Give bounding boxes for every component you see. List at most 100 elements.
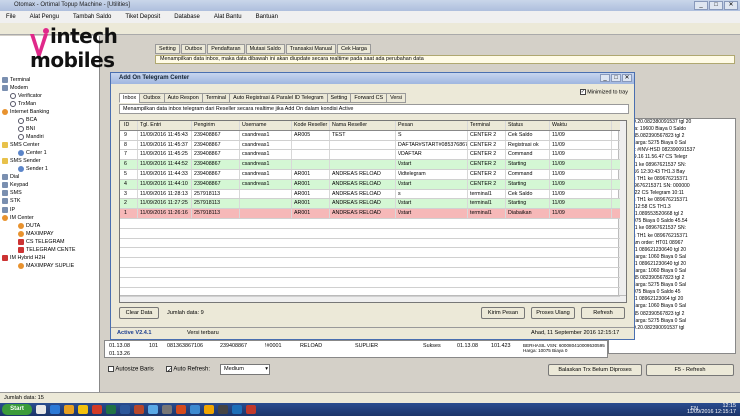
sidebar-item[interactable]: CS TELEGRAM: [2, 238, 99, 246]
f5-refresh-button[interactable]: F5 - Refresh: [646, 364, 734, 376]
taskbar-app-icon[interactable]: [148, 405, 158, 414]
tab-setting[interactable]: Setting: [326, 93, 352, 103]
taskbar-app-icon[interactable]: [120, 405, 130, 414]
tab-versi[interactable]: Versi: [386, 93, 407, 103]
menu-alat-bantu[interactable]: Alat Bantu: [214, 14, 242, 20]
column-header[interactable]: Waktu: [550, 121, 612, 130]
table-row[interactable]: 5 11/09/2016 11:44:33 239408867 csandreas1 A…: [120, 170, 620, 180]
tab-terminal[interactable]: Terminal: [201, 93, 231, 103]
maximize-button[interactable]: □: [709, 1, 723, 10]
minimize-button[interactable]: _: [694, 1, 708, 10]
sidebar-item[interactable]: STK: [2, 197, 99, 205]
tab-auto-respon[interactable]: Auto Respon: [163, 93, 203, 103]
language-indicator[interactable]: EN: [691, 406, 699, 413]
sidebar-item[interactable]: TELEGRAM CENTE: [2, 246, 99, 254]
column-header[interactable]: Username: [240, 121, 292, 130]
sidebar-item[interactable]: Dial: [2, 173, 99, 181]
sidebar-item[interactable]: MAXIMPAY SUPLIE: [2, 262, 99, 270]
sidebar-item[interactable]: Keypad: [2, 181, 99, 189]
taskbar-app-icon[interactable]: [78, 405, 88, 414]
refresh-select[interactable]: Medium ▾: [220, 364, 270, 375]
sidebar-item[interactable]: IM Center: [2, 214, 99, 222]
bg-tab-transaksi-manual[interactable]: Transaksi Manual: [285, 44, 337, 54]
sidebar-item[interactable]: SMS: [2, 189, 99, 197]
column-header[interactable]: ID: [122, 121, 138, 130]
tab-outbox[interactable]: Outbox: [139, 93, 165, 103]
sidebar-item[interactable]: Sender 1: [2, 165, 99, 173]
dialog-minimize-button[interactable]: _: [600, 74, 610, 82]
dialog-close-button[interactable]: ✕: [622, 74, 632, 82]
taskbar-app-icon[interactable]: [204, 405, 214, 414]
bg-tab-cek-harga[interactable]: Cek Harga: [337, 44, 371, 54]
proses-ulang-button[interactable]: Proses Ulang: [531, 307, 575, 319]
menu-tambah-saldo[interactable]: Tambah Saldo: [73, 14, 111, 20]
column-header[interactable]: Tgl. Entri: [138, 121, 192, 130]
taskbar-app-icon[interactable]: [232, 405, 242, 414]
menu-tiket-deposit[interactable]: Tiket Deposit: [125, 14, 160, 20]
minimized-checkbox[interactable]: ✓: [579, 89, 586, 95]
taskbar-app-icon[interactable]: [92, 405, 102, 414]
sidebar-item[interactable]: Modem: [2, 84, 99, 92]
close-button[interactable]: ✕: [724, 1, 738, 10]
bg-tab-pendaftaran[interactable]: Pendaftaran: [207, 44, 245, 54]
taskbar-app-icon[interactable]: [64, 405, 74, 414]
taskbar-app-icon[interactable]: [246, 405, 256, 414]
tab-forward-cs[interactable]: Forward CS: [350, 93, 388, 103]
taskbar-app-icon[interactable]: [134, 405, 144, 414]
clear-data-button[interactable]: Clear Data: [119, 307, 159, 319]
table-row[interactable]: 1 11/09/2016 11:26:16 257918113 AR001 ANDREA…: [120, 209, 620, 219]
sidebar-item[interactable]: Center 1: [2, 149, 99, 157]
taskbar-app-icon[interactable]: [106, 405, 116, 414]
sidebar-item[interactable]: MAXIMPAY: [2, 230, 99, 238]
sidebar-item[interactable]: SMS Sender: [2, 157, 99, 165]
taskbar-app-icon[interactable]: [162, 405, 172, 414]
table-row[interactable]: 9 11/09/2016 11:45:43 239408867 csandreas1 A…: [120, 130, 620, 141]
dialog-maximize-button[interactable]: □: [611, 74, 621, 82]
bg-tab-outbox[interactable]: Outbox: [180, 44, 207, 54]
sidebar-item[interactable]: SMS Center: [2, 141, 99, 149]
taskbar-app-icon[interactable]: [190, 405, 200, 414]
tab-auto-registrasi[interactable]: Auto Registrasi & Paralel ID Telegram: [229, 93, 328, 103]
autorefresh-checkbox[interactable]: ✓: [166, 366, 172, 374]
menu-alat-pengu[interactable]: Alat Pengu: [30, 14, 59, 20]
sidebar-item[interactable]: Internet Banking: [2, 108, 99, 116]
tab-inbox[interactable]: Inbox: [119, 93, 141, 103]
cell-status: Starting: [506, 199, 550, 209]
balas-trx-button[interactable]: Balaskan Trx Belum Diproses: [548, 364, 642, 376]
sidebar-item[interactable]: TrxMan: [2, 100, 99, 108]
table-row[interactable]: 4 11/09/2016 11:44:10 239408867 csandreas1 A…: [120, 179, 620, 190]
taskbar-app-icon[interactable]: [218, 405, 228, 414]
menu-database[interactable]: Database: [174, 14, 200, 20]
sidebar-item[interactable]: DUTA: [2, 222, 99, 230]
sidebar-item[interactable]: Terminal: [2, 76, 99, 84]
column-header[interactable]: Pengirim: [192, 121, 240, 130]
sidebar-item[interactable]: Verificator: [2, 92, 99, 100]
column-header[interactable]: Terminal: [468, 121, 506, 130]
sidebar-item[interactable]: IP: [2, 206, 99, 214]
bg-tab-setting[interactable]: Setting: [155, 44, 180, 54]
column-header[interactable]: Nama Reseller: [330, 121, 396, 130]
sidebar-item[interactable]: BNI: [2, 125, 99, 133]
bg-tab-mutasi-saldo[interactable]: Mutasi Saldo: [245, 44, 285, 54]
table-row[interactable]: 8 11/09/2016 11:45:37 239408867 csandreas1 D…: [120, 140, 620, 151]
sidebar-item[interactable]: Mandiri: [2, 133, 99, 141]
table-row[interactable]: 2 11/09/2016 11:27:25 257918113 AR001 ANDREA…: [120, 199, 620, 210]
taskbar-app-icon[interactable]: [50, 405, 60, 414]
column-header[interactable]: Pesan: [396, 121, 468, 130]
menu-file[interactable]: File: [6, 14, 16, 20]
autosize-checkbox[interactable]: [108, 366, 114, 372]
start-button[interactable]: Start: [2, 404, 32, 415]
table-row[interactable]: 6 11/09/2016 11:44:52 239408867 csandreas1 \…: [120, 160, 620, 170]
refresh-button[interactable]: Refresh: [581, 307, 625, 319]
menu-bantuan[interactable]: Bantuan: [256, 14, 278, 20]
column-header[interactable]: Kode Reseller: [292, 121, 330, 130]
table-row[interactable]: 7 11/09/2016 11:45:25 239408867 csandreas1 \…: [120, 150, 620, 161]
sidebar-item[interactable]: BCA: [2, 116, 99, 124]
taskbar-app-icon[interactable]: [36, 405, 46, 414]
table-row[interactable]: 3 11/09/2016 11:28:13 257918113 AR001 ANDREA…: [120, 189, 620, 200]
taskbar-app-icon[interactable]: [176, 405, 186, 414]
kirim-pesan-button[interactable]: Kirim Pesan: [481, 307, 525, 319]
sidebar-item[interactable]: IM Hybrid H2H: [2, 254, 99, 262]
inbox-grid[interactable]: ID Tgl. Entri Pengirim Username Kode Reselle…: [119, 120, 627, 303]
column-header[interactable]: Status: [506, 121, 550, 130]
